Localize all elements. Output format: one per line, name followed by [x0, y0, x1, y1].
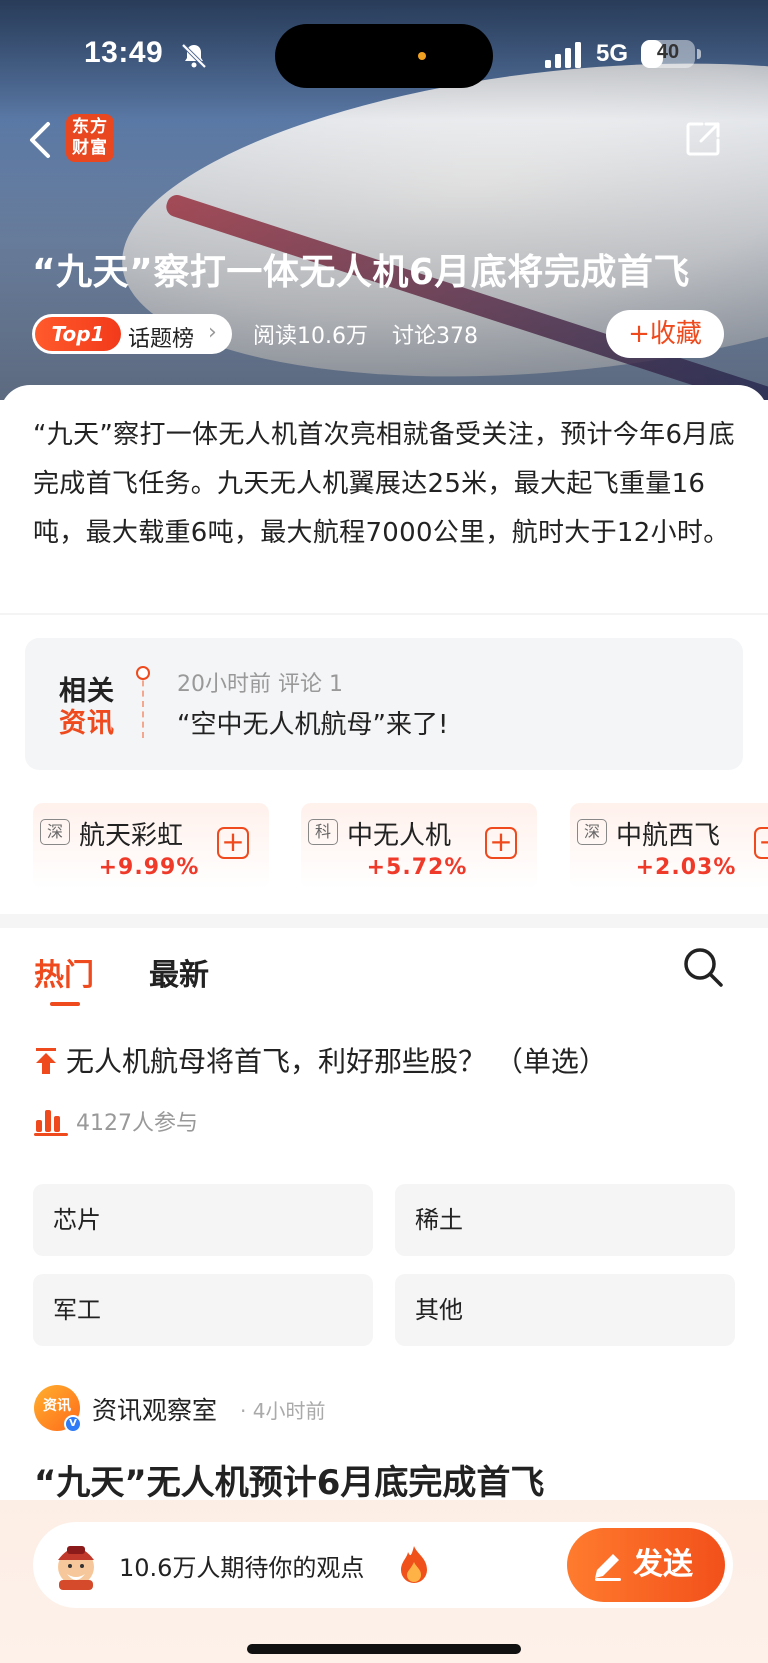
- battery-percent: 40: [656, 41, 680, 63]
- topic-rank-pill[interactable]: Top1 话题榜 ›: [32, 314, 232, 354]
- signal-icon: [545, 42, 581, 68]
- dynamic-island: [275, 24, 493, 88]
- battery-icon: 40: [641, 40, 695, 68]
- discussion-count: 讨论378: [392, 324, 478, 349]
- bottom-comment-bar: 10.6万人期待你的观点 发送: [0, 1500, 768, 1663]
- related-stocks-row: 深 航天彩虹 +9.99% + 科 中无人机 +5.72% + 深 中航西飞 +…: [0, 803, 768, 891]
- send-button[interactable]: 发送: [567, 1528, 725, 1602]
- avatar-text: 资讯: [43, 1398, 71, 1414]
- poll-option[interactable]: 芯片: [33, 1184, 373, 1256]
- stock-card[interactable]: 科 中无人机 +5.72% +: [301, 803, 537, 889]
- related-badge-line1: 相关: [59, 676, 115, 707]
- poll-participants: 4127人参与: [34, 1105, 198, 1137]
- related-news-card[interactable]: 相关 资讯 20小时前 评论 1 “空中无人机航母”来了!: [25, 638, 743, 770]
- poll-option[interactable]: 其他: [395, 1274, 735, 1346]
- privacy-indicator: [418, 52, 426, 60]
- battery-tip: [697, 49, 701, 59]
- status-time: 13:49: [84, 36, 164, 69]
- related-news-title[interactable]: “空中无人机航母”来了!: [177, 704, 448, 741]
- share-icon[interactable]: [684, 120, 722, 158]
- hero-banner: 13:49 5G 40 东方 财富 “九天”察打一体无人机6月底将完成首飞 To…: [0, 0, 768, 400]
- article-title: “九天”察打一体无人机6月底将完成首飞: [32, 252, 690, 293]
- poll-option[interactable]: 稀土: [395, 1184, 735, 1256]
- market-tag: 深: [40, 819, 70, 845]
- post-author[interactable]: 资讯观察室: [92, 1391, 217, 1427]
- poll-question: 无人机航母将首飞，利好那些股？ （单选）: [34, 1040, 607, 1080]
- search-icon[interactable]: [682, 946, 724, 988]
- post-header: 资讯 V 资讯观察室 · 4小时前: [34, 1385, 534, 1433]
- tab-hot[interactable]: 热门: [34, 950, 94, 994]
- market-tag: 深: [577, 819, 607, 845]
- post-time: · 4小时前: [240, 1399, 326, 1423]
- stock-name: 航天彩虹: [79, 821, 184, 851]
- add-watchlist-icon[interactable]: +: [485, 827, 517, 859]
- network-label: 5G: [596, 40, 629, 67]
- verified-icon: V: [64, 1415, 82, 1433]
- stock-change: +2.03%: [635, 855, 737, 880]
- poll-participants-text: 4127人参与: [76, 1111, 198, 1136]
- comment-tabs: 热门 最新: [0, 928, 768, 1008]
- related-news-meta: 20小时前 评论 1: [177, 672, 343, 697]
- active-tab-indicator: [50, 1002, 80, 1006]
- favorite-button[interactable]: +收藏: [606, 310, 724, 358]
- timeline-line: [142, 670, 144, 738]
- related-badge-line2: 资讯: [59, 708, 115, 739]
- back-arrow-icon[interactable]: [26, 118, 56, 162]
- tab-latest[interactable]: 最新: [149, 950, 209, 994]
- timeline-dot: [136, 666, 150, 680]
- bar-chart-icon: [34, 1110, 68, 1136]
- bell-slash-icon: [181, 43, 207, 69]
- stock-change: +9.99%: [98, 855, 200, 880]
- composer-placeholder: 10.6万人期待你的观点: [119, 1554, 365, 1582]
- arrow-up-icon: [36, 1048, 56, 1074]
- topic-rank-badge: Top1: [35, 317, 121, 351]
- add-watchlist-icon[interactable]: +: [754, 827, 768, 859]
- poll-option[interactable]: 军工: [33, 1274, 373, 1346]
- stock-change: +5.72%: [366, 855, 468, 880]
- market-tag: 科: [308, 819, 338, 845]
- fire-icon: [401, 1546, 427, 1583]
- content-card: “九天”察打一体无人机首次亮相就备受关注，预计今年6月底完成首飞任务。九天无人机…: [0, 385, 768, 1663]
- home-indicator[interactable]: [247, 1644, 521, 1654]
- app-logo[interactable]: 东方 财富: [66, 114, 114, 162]
- read-count: 阅读10.6万: [253, 324, 368, 349]
- mascot-icon: [58, 1546, 94, 1590]
- stock-name: 中航西飞: [616, 821, 721, 851]
- send-label: 发送: [633, 1547, 693, 1582]
- add-watchlist-icon[interactable]: +: [217, 827, 249, 859]
- section-separator: [0, 914, 768, 928]
- comment-composer[interactable]: 10.6万人期待你的观点 发送: [33, 1522, 733, 1608]
- pencil-icon: [595, 1554, 621, 1581]
- stock-card[interactable]: 深 中航西飞 +2.03% +: [570, 803, 768, 889]
- post-title[interactable]: “九天”无人机预计6月底完成首飞: [34, 1455, 544, 1504]
- article-summary: “九天”察打一体无人机首次亮相就备受关注，预计今年6月底完成首飞任务。九天无人机…: [33, 420, 735, 548]
- chevron-right-icon: ›: [208, 320, 217, 345]
- stock-name: 中无人机: [347, 821, 452, 851]
- related-news-badge: 相关 资讯: [59, 676, 123, 740]
- stock-card[interactable]: 深 航天彩虹 +9.99% +: [33, 803, 269, 889]
- poll-question-text: 无人机航母将首飞，利好那些股？ （单选）: [66, 1045, 607, 1078]
- topic-rank-label: 话题榜: [128, 327, 195, 352]
- status-bar: 13:49 5G 40: [0, 0, 768, 110]
- divider: [0, 613, 768, 615]
